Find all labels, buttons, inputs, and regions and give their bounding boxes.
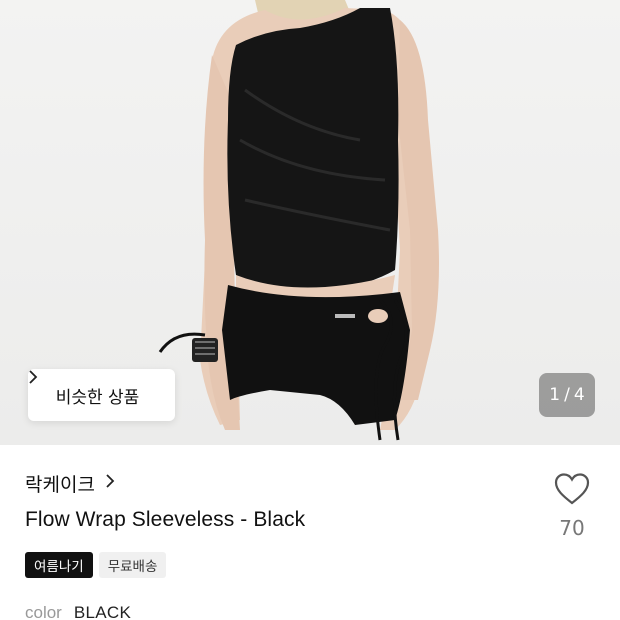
chevron-right-icon [105, 473, 115, 494]
current-page: 1 [549, 385, 561, 405]
color-option: color BLACK [25, 603, 131, 620]
like-button[interactable]: 70 [548, 472, 596, 540]
like-count: 70 [559, 516, 585, 540]
product-image[interactable]: 비슷한 상품 1 / 4 [0, 0, 620, 445]
tag-free-shipping: 무료배송 [98, 552, 167, 578]
option-value: BLACK [73, 603, 132, 620]
product-title: Flow Wrap Sleeveless - Black [25, 508, 306, 531]
brand-name: 락케이크 [25, 473, 95, 496]
image-page-indicator: 1 / 4 [539, 373, 595, 417]
tag-summer: 여름나기 [25, 552, 93, 578]
similar-products-label: 비슷한 상품 [55, 387, 140, 408]
heart-outline-icon[interactable] [553, 472, 591, 510]
brand-link[interactable]: 락케이크 [25, 468, 115, 498]
total-pages: 4 [573, 385, 585, 405]
similar-products-button[interactable]: 비슷한 상품 [28, 369, 175, 421]
option-label: color [25, 603, 62, 620]
product-tags: 여름나기 무료배송 [25, 552, 167, 578]
page-separator: / [564, 385, 570, 405]
